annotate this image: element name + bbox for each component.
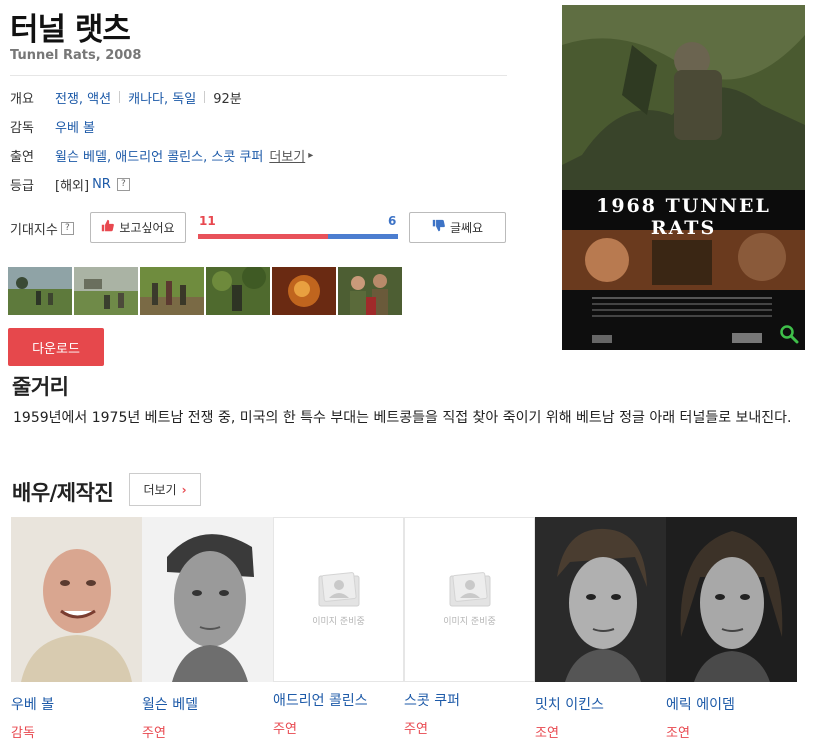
still-thumbnail[interactable] xyxy=(8,267,72,315)
expectation-label-wrap: 기대지수 ? xyxy=(10,219,74,238)
cast-member[interactable]: 밋치 이킨스 조연 xyxy=(535,517,666,739)
cast-name[interactable]: 스콧 쿠퍼 xyxy=(404,690,535,710)
cast-member[interactable]: 윌슨 베델 주연 xyxy=(142,517,273,739)
cast-role: 주연 xyxy=(142,726,166,739)
synopsis-heading: 줄거리 xyxy=(12,375,69,399)
meh-count: 6 xyxy=(388,214,397,228)
cast-heading: 배우/제작진 xyxy=(12,481,114,505)
cast-role: 조연 xyxy=(666,726,690,739)
cast-link[interactable]: 윌슨 베델, 애드리언 콜린스, 스콧 쿠퍼 xyxy=(55,146,263,165)
thumbs-down-icon xyxy=(432,219,445,236)
cast-label: 출연 xyxy=(10,149,34,165)
overview-label: 개요 xyxy=(10,91,34,107)
help-icon[interactable]: ? xyxy=(116,177,130,191)
cast-role: 주연 xyxy=(273,722,297,737)
genre-link[interactable]: 전쟁, 액션 xyxy=(55,88,111,107)
cast-more-link[interactable]: 더보기 xyxy=(269,146,305,165)
runtime: 92분 xyxy=(213,91,242,107)
movie-subtitle: Tunnel Rats, 2008 xyxy=(10,48,142,63)
chevron-right-icon: ▸ xyxy=(308,149,314,161)
want-to-see-button[interactable]: 보고싶어요 xyxy=(90,212,186,243)
image-placeholder-icon xyxy=(449,572,490,607)
cast-role: 감독 xyxy=(11,726,35,739)
director-label: 감독 xyxy=(10,120,34,136)
cast-member[interactable]: 우베 볼 감독 xyxy=(11,517,142,739)
no-image-text: 이미지 준비중 xyxy=(312,617,365,627)
separator xyxy=(119,91,121,103)
still-thumbnail[interactable] xyxy=(74,267,138,315)
cast-member[interactable]: 이미지 준비중 애드리언 콜린스 주연 xyxy=(273,517,404,739)
cast-name[interactable]: 윌슨 베델 xyxy=(142,694,273,714)
rating-label: 등급 xyxy=(10,178,34,194)
info-director-row: 감독 우베 볼 xyxy=(10,115,95,137)
chevron-right-icon: › xyxy=(181,482,187,497)
synopsis-text: 1959년에서 1975년 베트남 전쟁 중, 미국의 한 특수 부대는 베트콩… xyxy=(13,410,792,426)
still-thumbnail[interactable] xyxy=(272,267,336,315)
separator xyxy=(204,91,206,103)
cast-more-button[interactable]: 더보기 › xyxy=(129,473,201,506)
info-overview-row: 개요 전쟁, 액션 캐나다, 독일 92분 xyxy=(10,86,242,108)
movie-poster[interactable]: 1968 TUNNEL RATS xyxy=(562,5,805,350)
rating-region: [해외] xyxy=(55,178,90,194)
country-link[interactable]: 캐나다, 독일 xyxy=(128,88,196,107)
expectation-bar xyxy=(198,234,398,239)
cast-photo xyxy=(666,517,797,682)
poster-title-text: 1968 TUNNEL RATS xyxy=(596,195,771,239)
cast-name[interactable]: 우베 볼 xyxy=(11,694,142,714)
download-button[interactable]: 다운로드 xyxy=(8,328,104,366)
header-divider xyxy=(10,75,507,76)
still-thumbnail[interactable] xyxy=(206,267,270,315)
info-rating-row: 등급 [해외] NR ? xyxy=(10,173,130,195)
cast-photo-placeholder: 이미지 준비중 xyxy=(404,517,535,682)
want-to-see-label: 보고싶어요 xyxy=(119,221,175,235)
zoom-magnifier-icon[interactable] xyxy=(779,324,799,344)
meh-button[interactable]: 글쎄요 xyxy=(409,212,506,243)
info-cast-row: 출연 윌슨 베델, 애드리언 콜린스, 스콧 쿠퍼 더보기 ▸ xyxy=(10,144,313,166)
cast-role: 조연 xyxy=(535,726,559,739)
expectation-bar-want-fill xyxy=(198,234,328,239)
cast-member[interactable]: 에릭 에이뎀 조연 xyxy=(666,517,797,739)
cast-photo-placeholder: 이미지 준비중 xyxy=(273,517,404,682)
cast-photo xyxy=(535,517,666,682)
cast-member[interactable]: 이미지 준비중 스콧 쿠퍼 주연 xyxy=(404,517,535,739)
poster-artwork xyxy=(562,5,805,350)
director-link[interactable]: 우베 볼 xyxy=(55,117,95,136)
cast-photo xyxy=(142,517,273,682)
image-placeholder-icon xyxy=(318,572,359,607)
no-image-text: 이미지 준비중 xyxy=(443,617,496,627)
cast-name[interactable]: 애드리언 콜린스 xyxy=(273,690,404,710)
meh-label: 글쎄요 xyxy=(449,221,484,235)
cast-name[interactable]: 밋치 이킨스 xyxy=(535,694,666,714)
cast-list: 우베 볼 감독 윌슨 베델 주연 이미지 준비중 애드리언 콜린스 주연 이미지… xyxy=(11,517,797,739)
rating-value[interactable]: NR xyxy=(92,177,111,192)
still-thumbnails xyxy=(8,267,402,315)
cast-name[interactable]: 에릭 에이뎀 xyxy=(666,694,797,714)
still-thumbnail[interactable] xyxy=(338,267,402,315)
cast-role: 주연 xyxy=(404,722,428,737)
thumbs-up-icon xyxy=(101,219,115,236)
expectation-label: 기대지수 xyxy=(10,223,58,238)
help-icon[interactable]: ? xyxy=(60,222,74,235)
movie-title: 터널 랫츠 xyxy=(10,12,131,48)
want-count: 11 xyxy=(199,214,216,228)
still-thumbnail[interactable] xyxy=(140,267,204,315)
cast-more-label: 더보기 xyxy=(143,483,177,497)
cast-photo xyxy=(11,517,142,682)
